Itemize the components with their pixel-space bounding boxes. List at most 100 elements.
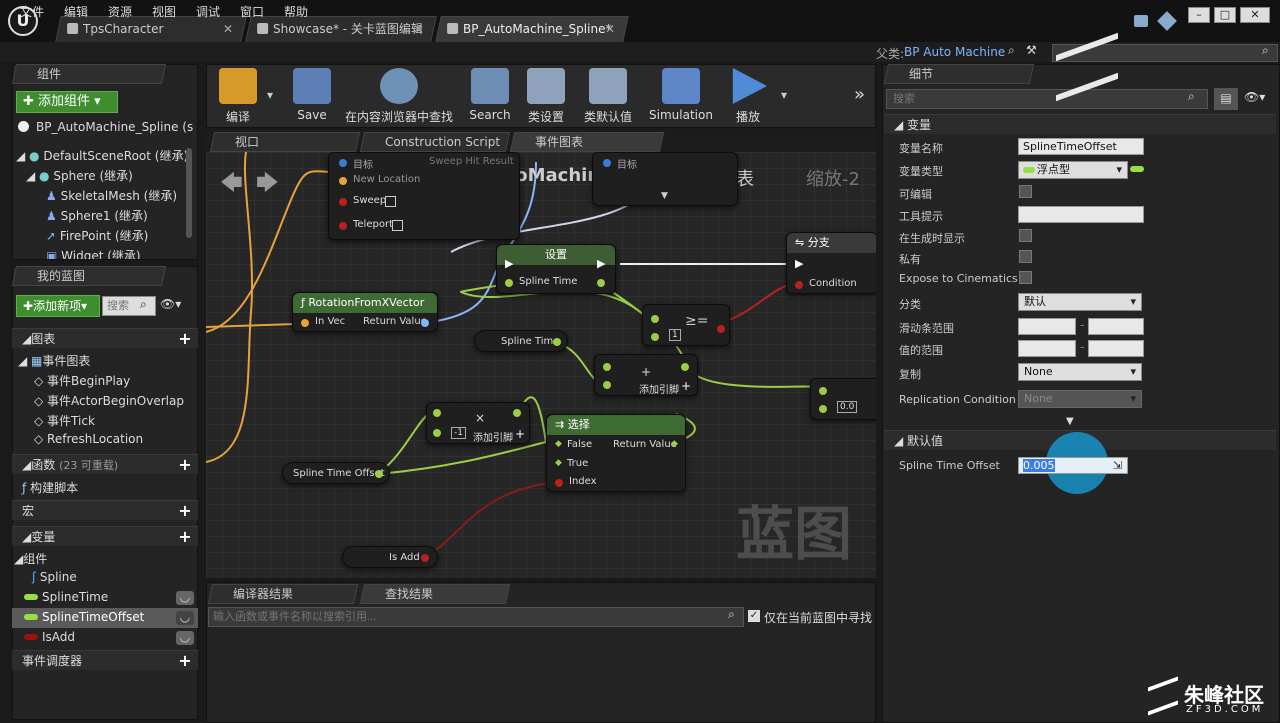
expose-on-spawn-checkbox[interactable] bbox=[1019, 229, 1032, 242]
replication-dropdown[interactable]: None bbox=[1018, 363, 1142, 381]
tab-find-results[interactable]: 查找结果 bbox=[359, 584, 511, 604]
exec-out-pin[interactable]: ▶ bbox=[597, 257, 605, 270]
b-pin[interactable] bbox=[651, 333, 659, 341]
class-defaults-button[interactable]: 类默认值 bbox=[578, 68, 638, 124]
add-pin-label[interactable]: 添加引脚 bbox=[473, 429, 513, 444]
target-pin[interactable] bbox=[339, 159, 347, 167]
advanced-expand-icon[interactable]: ▼ bbox=[1066, 416, 1074, 427]
event-tick-item[interactable]: ◇ 事件Tick bbox=[34, 412, 218, 429]
doc-tab-bp-automachine[interactable]: BP_AutoMachine_Spline* ✕ bbox=[435, 16, 629, 42]
select-node[interactable]: ⇉ 选择 ◆ False Return Value ◆ ◆ True Index bbox=[546, 414, 686, 492]
get-spline-time-node[interactable]: Spline Time bbox=[474, 330, 568, 352]
add-function-icon[interactable]: + bbox=[178, 457, 192, 473]
sweep-checkbox[interactable] bbox=[385, 196, 396, 207]
my-blueprint-tab[interactable]: 我的蓝图 bbox=[11, 266, 167, 286]
float-input-node[interactable]: 0.0 bbox=[810, 378, 876, 420]
exec-in-pin[interactable]: ▶ bbox=[795, 257, 803, 270]
exec-in-pin[interactable]: ▶ bbox=[505, 257, 513, 270]
menu-window[interactable]: 窗口 bbox=[240, 3, 264, 20]
expose-cinematics-checkbox[interactable] bbox=[1019, 271, 1032, 284]
current-blueprint-only-checkbox[interactable]: ✓ bbox=[748, 610, 760, 622]
teleport-checkbox[interactable] bbox=[392, 220, 403, 231]
value-pin[interactable] bbox=[553, 338, 561, 346]
components-group[interactable]: ◢组件 bbox=[14, 550, 198, 567]
add-new-button[interactable]: ✚添加新项▾ bbox=[16, 295, 100, 317]
tab-viewport[interactable]: 视口 bbox=[209, 132, 361, 152]
var-row-splinetimeoffset[interactable]: SplineTimeOffset ◡ bbox=[12, 608, 198, 628]
add-graph-icon[interactable]: + bbox=[178, 331, 192, 347]
container-type-icon[interactable] bbox=[1130, 166, 1144, 172]
eye-icon[interactable]: 👁▾ bbox=[160, 297, 181, 311]
search-button[interactable]: Search bbox=[460, 68, 520, 124]
maximize-button[interactable]: □ bbox=[1214, 7, 1236, 23]
details-tab[interactable]: 细节 bbox=[883, 64, 1035, 84]
value-range-max[interactable] bbox=[1088, 340, 1144, 357]
a-pin[interactable] bbox=[819, 387, 827, 395]
var-row-splinetime[interactable]: SplineTime ◡ bbox=[12, 588, 198, 608]
variables-section[interactable]: ◢变量 + bbox=[12, 526, 198, 546]
value-pin[interactable] bbox=[375, 470, 383, 478]
simulation-button[interactable]: Simulation bbox=[648, 68, 714, 124]
event-graph-canvas[interactable]: 🡄 🡆 ▦ BP_AutoMachine_Spline > 事件图表 缩放-2 … bbox=[206, 152, 876, 578]
float-value-field[interactable]: 0.0 bbox=[837, 401, 858, 413]
value-range-min[interactable] bbox=[1018, 340, 1076, 357]
event-overlap-item[interactable]: ◇ 事件ActorBeginOverlap bbox=[34, 392, 218, 409]
result-pin[interactable] bbox=[717, 325, 725, 333]
close-window-button[interactable]: ✕ bbox=[1240, 7, 1270, 23]
close-icon[interactable]: ✕ bbox=[223, 17, 233, 41]
tree-item-sphere[interactable]: ◢ ● Sphere (继承) bbox=[26, 167, 210, 184]
add-pin-label[interactable]: 添加引脚 bbox=[639, 381, 679, 396]
doc-tab-showcase[interactable]: Showcase* - 关卡蓝图编辑 ✕ bbox=[245, 16, 437, 42]
slider-range-min[interactable] bbox=[1018, 318, 1076, 335]
parent-class-link[interactable]: BP Auto Machine bbox=[904, 45, 1005, 59]
property-matrix-icon[interactable]: ▤ bbox=[1214, 88, 1238, 110]
multiplier-field[interactable]: -1 bbox=[451, 427, 466, 439]
menu-edit[interactable]: 编辑 bbox=[64, 3, 88, 20]
slider-range-max[interactable] bbox=[1088, 318, 1144, 335]
menu-asset[interactable]: 资源 bbox=[108, 3, 132, 20]
macros-section[interactable]: 宏 + bbox=[12, 500, 198, 520]
menu-help[interactable]: 帮助 bbox=[284, 3, 308, 20]
menu-file[interactable]: 文件 bbox=[20, 3, 44, 20]
add-pin-icon[interactable]: + bbox=[681, 379, 691, 393]
menu-view[interactable]: 视图 bbox=[152, 3, 176, 20]
spline-var-item[interactable]: ʃ Spline bbox=[32, 570, 216, 584]
forward-arrow-icon[interactable]: 🡆 bbox=[256, 166, 279, 204]
expand-arrow-icon[interactable]: ▼ bbox=[661, 191, 668, 201]
eye-icon[interactable]: 👁▾ bbox=[1244, 90, 1265, 104]
find-references-input[interactable] bbox=[208, 607, 744, 627]
chevron-down-icon[interactable]: ▾ bbox=[781, 88, 787, 102]
editable-checkbox[interactable] bbox=[1019, 185, 1032, 198]
spline-time-out-pin[interactable] bbox=[597, 279, 605, 287]
tree-item-skeletalmesh[interactable]: ♟ SkeletalMesh (继承) bbox=[46, 187, 230, 204]
refresh-location-item[interactable]: ◇ RefreshLocation bbox=[34, 432, 218, 446]
category-dropdown[interactable]: 默认 bbox=[1018, 293, 1142, 311]
chevron-down-icon[interactable]: ▾ bbox=[267, 88, 273, 102]
set-spline-time-node[interactable]: 设置 ▶ ▶ Spline Time bbox=[496, 244, 616, 294]
event-beginplay-item[interactable]: ◇ 事件BeginPlay bbox=[34, 372, 218, 389]
spline-time-pin[interactable] bbox=[505, 279, 513, 287]
tree-item-defaultsceneroot[interactable]: ◢ ● DefaultSceneRoot (继承) bbox=[16, 147, 200, 164]
add-float-node[interactable]: + 添加引脚 + bbox=[594, 354, 698, 396]
replication-condition-dropdown[interactable]: None bbox=[1018, 390, 1142, 408]
index-pin[interactable] bbox=[555, 479, 563, 487]
branch-node[interactable]: ⇋ 分支 ▶ Condition bbox=[786, 232, 876, 294]
visibility-eye-icon[interactable]: ◡ bbox=[176, 591, 194, 605]
class-settings-button[interactable]: 类设置 bbox=[516, 68, 576, 124]
result-pin[interactable] bbox=[513, 409, 521, 417]
b-pin[interactable] bbox=[433, 429, 441, 437]
toolbar-overflow-icon[interactable]: » bbox=[854, 84, 865, 105]
add-dispatcher-icon[interactable]: + bbox=[178, 653, 192, 669]
visibility-eye-icon[interactable]: ◡ bbox=[176, 631, 194, 645]
construction-script-item[interactable]: ƒ 构建脚本 bbox=[22, 479, 206, 496]
new-location-pin[interactable] bbox=[339, 177, 347, 185]
details-search-input[interactable] bbox=[886, 89, 1208, 109]
add-pin-icon[interactable]: + bbox=[515, 427, 525, 441]
tab-event-graph[interactable]: 事件图表 bbox=[509, 132, 665, 152]
in-vec-pin[interactable] bbox=[301, 319, 309, 327]
get-isadd-node[interactable]: Is Add bbox=[342, 546, 438, 568]
multiply-node[interactable]: × -1 添加引脚 + bbox=[426, 402, 530, 444]
private-checkbox[interactable] bbox=[1019, 250, 1032, 263]
var-name-field[interactable]: SplineTimeOffset bbox=[1018, 138, 1144, 155]
sweep-pin[interactable] bbox=[339, 198, 347, 206]
